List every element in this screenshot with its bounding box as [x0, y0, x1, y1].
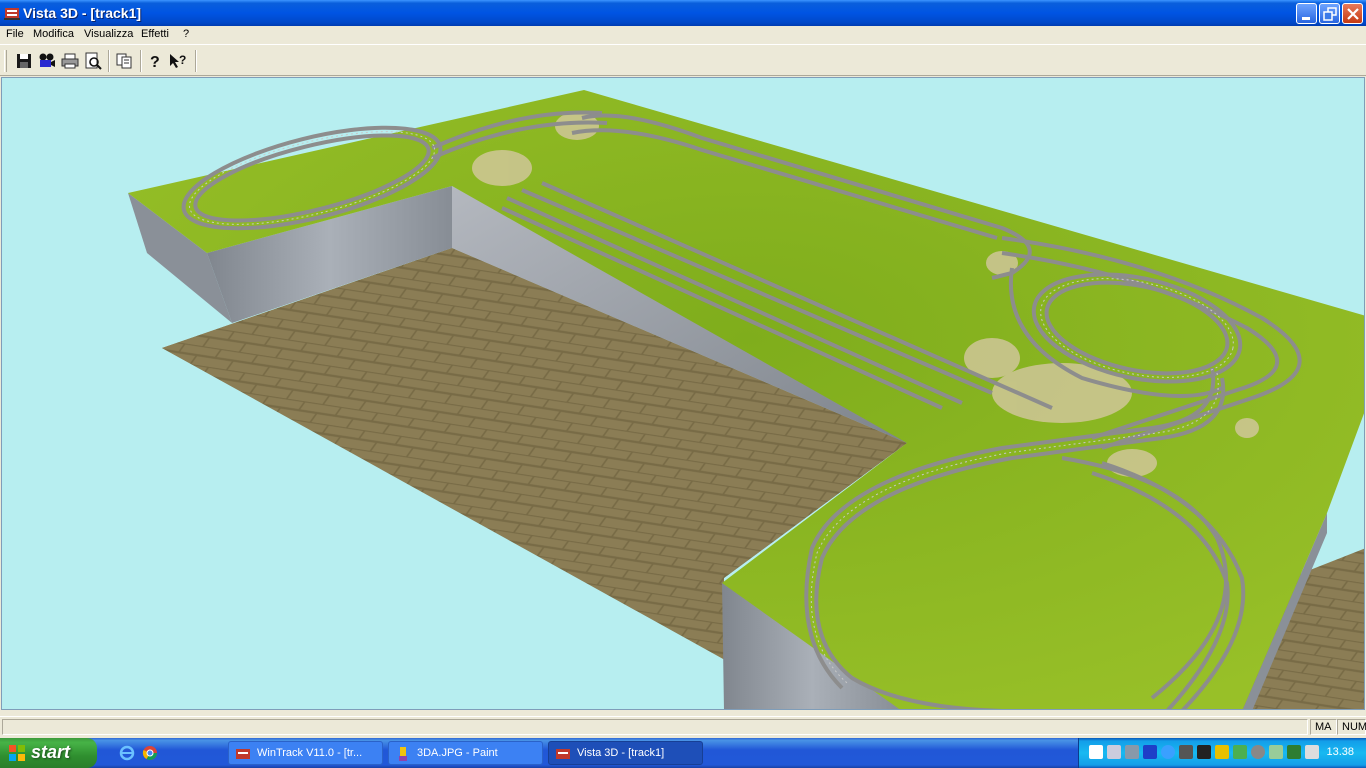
antivirus-icon[interactable] — [1287, 745, 1301, 759]
menu-help[interactable]: ? — [183, 28, 189, 40]
menu-modifica[interactable]: Modifica — [33, 28, 74, 40]
task-paint[interactable]: 3DA.JPG - Paint — [388, 741, 543, 765]
start-button[interactable]: start — [0, 738, 97, 768]
search-icon[interactable] — [1161, 745, 1175, 759]
minimize-button[interactable] — [1296, 3, 1317, 24]
close-button[interactable] — [1342, 3, 1363, 24]
network-icon[interactable] — [1107, 745, 1121, 759]
task-vista3d[interactable]: Vista 3D - [track1] — [548, 741, 703, 765]
print-preview-icon[interactable] — [84, 52, 102, 70]
display-icon[interactable] — [1197, 745, 1211, 759]
context-help-icon[interactable]: ? — [169, 52, 187, 70]
close-icon — [1347, 8, 1359, 20]
start-label: start — [31, 742, 71, 762]
folder-icon[interactable] — [1089, 745, 1103, 759]
app-icon — [4, 8, 20, 20]
camera-icon[interactable] — [38, 52, 56, 70]
help-icon[interactable]: ? — [146, 52, 164, 70]
toolbar-grip[interactable] — [4, 50, 7, 72]
speaker-icon[interactable] — [1305, 745, 1319, 759]
task-label: 3DA.JPG - Paint — [417, 747, 498, 759]
disc-icon[interactable] — [1251, 745, 1265, 759]
system-tray: 13.38 — [1078, 738, 1366, 768]
windows-logo-icon — [9, 745, 25, 761]
toolbar-separator — [108, 50, 110, 72]
chrome-icon[interactable] — [142, 745, 158, 761]
app-window: Vista 3D - [track1] File Modifica Visual… — [0, 0, 1366, 736]
clock: 13.38 — [1326, 746, 1354, 758]
restore-icon — [1323, 7, 1337, 21]
menu-bar: File Modifica Visualizza Effetti ? — [0, 26, 1366, 45]
shield-icon[interactable] — [1215, 745, 1229, 759]
status-bar: MA NUM — [0, 716, 1366, 736]
toolbar: ? ? — [0, 46, 1366, 76]
layout-scene — [128, 90, 1364, 709]
status-num: NUM — [1337, 719, 1366, 735]
monitor-icon[interactable] — [1125, 745, 1139, 759]
menu-file[interactable]: File — [6, 28, 24, 40]
update-icon[interactable] — [1233, 745, 1247, 759]
restore-button[interactable] — [1319, 3, 1340, 24]
menu-visualizza[interactable]: Visualizza — [84, 28, 133, 40]
menu-effetti[interactable]: Effetti — [141, 28, 169, 40]
taskbar: start WinTrack V11.0 - [tr... 3DA.JPG - … — [0, 738, 1366, 768]
task-label: Vista 3D - [track1] — [577, 747, 665, 759]
task-label: WinTrack V11.0 - [tr... — [257, 747, 363, 759]
wintrack-icon — [236, 749, 250, 759]
window-title: Vista 3D - [track1] — [23, 5, 142, 21]
svg-text:?: ? — [179, 53, 186, 67]
printer-icon[interactable] — [1179, 745, 1193, 759]
task-wintrack[interactable]: WinTrack V11.0 - [tr... — [228, 741, 383, 765]
svg-text:?: ? — [150, 54, 160, 70]
copy-icon[interactable] — [115, 52, 133, 70]
save-icon[interactable] — [15, 52, 33, 70]
wintrack-icon — [556, 749, 570, 759]
toolbar-separator — [140, 50, 142, 72]
title-bar[interactable]: Vista 3D - [track1] — [0, 0, 1366, 26]
paint-icon — [399, 747, 407, 761]
status-caps: MA — [1310, 719, 1337, 735]
3d-viewport[interactable] — [1, 77, 1365, 710]
minimize-icon — [1302, 17, 1310, 20]
print-icon[interactable] — [61, 52, 79, 70]
internet-explorer-icon[interactable] — [119, 745, 135, 761]
toolbar-separator — [195, 50, 197, 72]
status-message — [2, 719, 1308, 735]
bluetooth-icon[interactable] — [1143, 745, 1157, 759]
safely-remove-icon[interactable] — [1269, 745, 1283, 759]
